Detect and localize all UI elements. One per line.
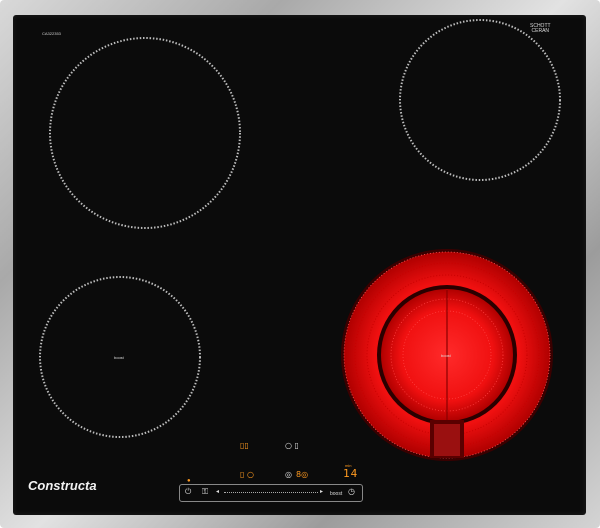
zone-selector-icon[interactable]: ▯▯ [240, 441, 249, 450]
zone-level-display: 8◎ [296, 470, 309, 479]
brand-logo: Constructa [28, 478, 97, 493]
zone-front-left-boost-label: boost [114, 355, 124, 360]
timer-display: 14 [343, 467, 359, 480]
slider-arrow-left-icon[interactable]: ◂ [216, 488, 219, 495]
child-lock-icon[interactable]: ⚿ [202, 487, 208, 497]
zone-back-right[interactable] [399, 19, 561, 181]
slider-arrow-right-icon[interactable]: ▸ [320, 488, 323, 495]
zone-selector-icon[interactable]: ▯ ○ [240, 470, 254, 479]
zone-front-right-boost-label: boost [441, 353, 451, 358]
zone-back-left[interactable] [49, 37, 241, 229]
power-icon[interactable]: ⏻ [185, 487, 191, 497]
boost-button[interactable]: boost [330, 491, 342, 497]
timer-caption: min [345, 463, 352, 468]
cooktop-zones [39, 19, 561, 461]
zone-selector-active-icon[interactable]: ◎ [285, 470, 292, 479]
control-strip: ⏻ ⚿ ◂ ▸ boost ◷ [179, 484, 363, 502]
timer-icon[interactable]: ◷ [348, 487, 355, 496]
power-slider[interactable] [224, 492, 318, 494]
zone-selector-icon[interactable]: ○ ▯ [285, 441, 299, 450]
